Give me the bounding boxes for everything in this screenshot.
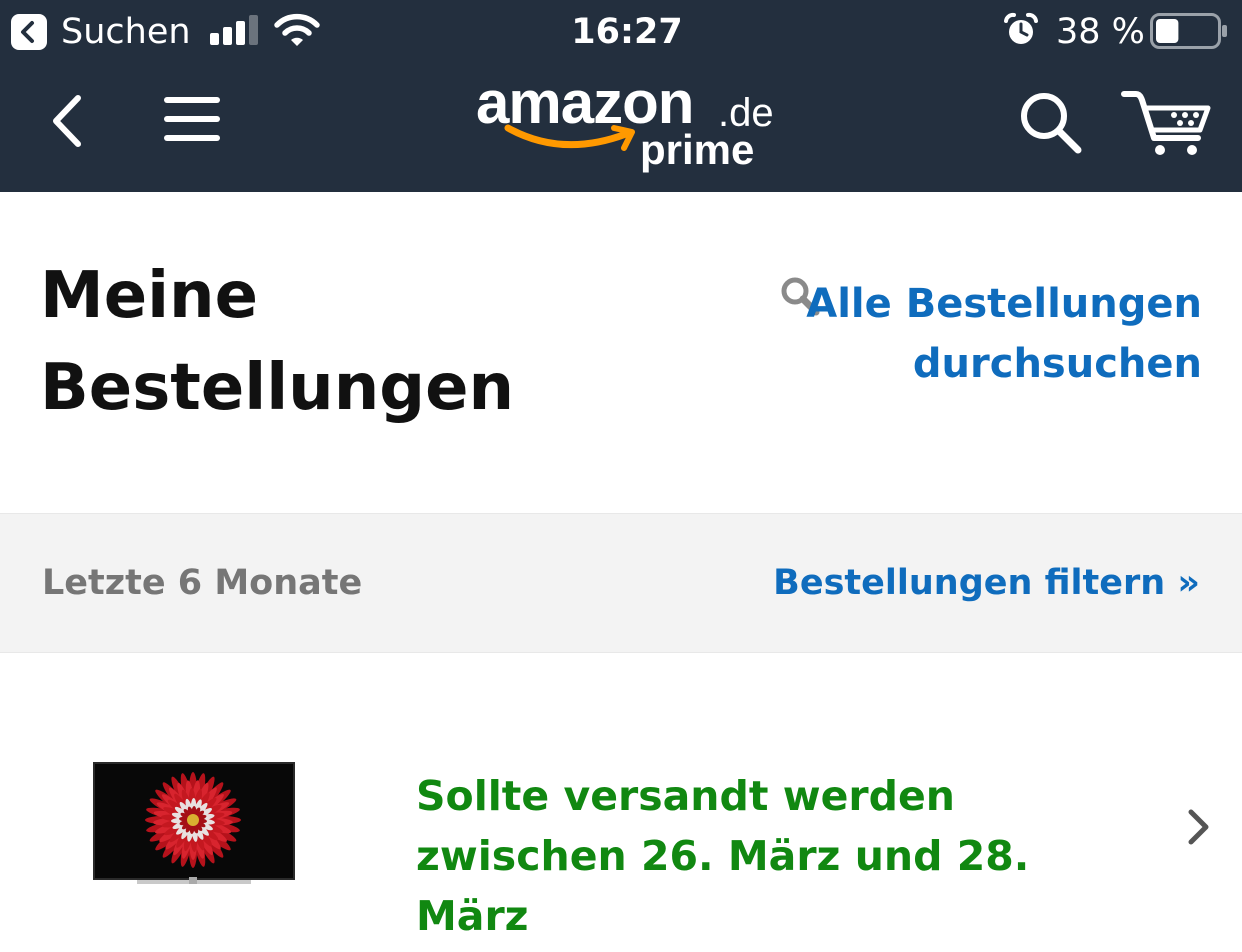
search-icon[interactable]: [1018, 90, 1082, 154]
amazon-prime-logo[interactable]: amazon .de prime: [474, 69, 774, 186]
battery-percentage: 38 %: [1056, 12, 1145, 52]
nav-bar: amazon .de prime: [0, 66, 1242, 192]
filter-bar: Letzte 6 Monate Bestellungen filtern »: [0, 513, 1242, 653]
chevron-right-icon[interactable]: [1184, 807, 1214, 847]
page-title: Meine Bestellungen: [40, 259, 515, 425]
order-item[interactable]: Sollte versandt werden zwischen 26. März…: [0, 652, 1242, 952]
delivery-status: Sollte versandt werden zwischen 26. März…: [416, 772, 1030, 940]
cart-icon[interactable]: [1120, 88, 1214, 158]
battery-icon: [1150, 13, 1227, 49]
search-all-orders-link[interactable]: Alle Bestellungen durchsuchen: [762, 274, 1202, 394]
status-bar: Suchen 16:27 38 %: [0, 0, 1242, 66]
back-icon[interactable]: [44, 92, 92, 150]
product-image: [93, 762, 295, 884]
logo-prime: prime: [640, 126, 755, 173]
logo-smile-icon: [504, 124, 635, 151]
menu-icon[interactable]: [162, 94, 222, 144]
time-period-label: Letzte 6 Monate: [42, 563, 363, 603]
alarm-icon: [1004, 12, 1038, 44]
filter-orders-link[interactable]: Bestellungen filtern »: [773, 558, 1200, 608]
